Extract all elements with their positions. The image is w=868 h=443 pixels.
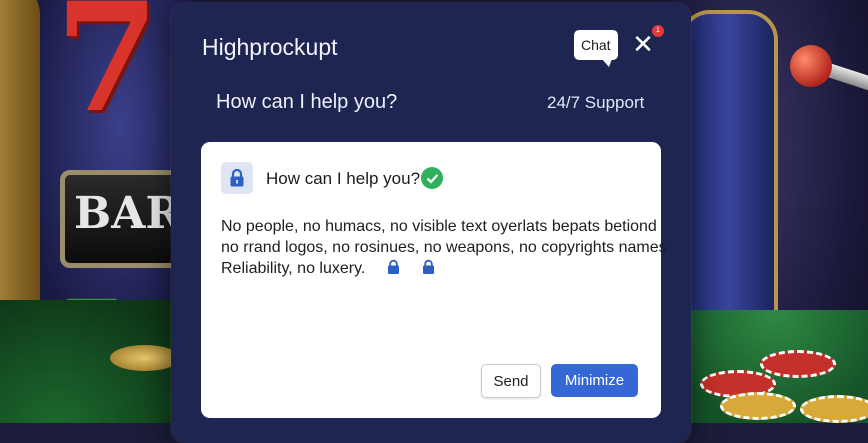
message-card: How can I help you? No people, no humacs… [201, 142, 667, 418]
lock-icon [422, 259, 435, 281]
body-line: No people, no humacs, no visible text oy… [221, 218, 657, 235]
reel-right [680, 10, 778, 348]
modal-subtitle: How can I help you? [216, 91, 398, 113]
gold-coin [110, 345, 180, 371]
send-button[interactable]: Send [481, 364, 541, 398]
poker-chip [760, 350, 836, 378]
support-hours-label: 24/7 Support [547, 93, 645, 112]
close-icon[interactable]: ✕ [630, 31, 656, 57]
body-line-last: Reliability, no luxery. [221, 258, 651, 281]
poker-chip [720, 392, 796, 420]
card-body-text: No people, no humacs, no visible text oy… [221, 216, 667, 281]
modal-title: Highprockupt [202, 34, 338, 60]
minimize-button[interactable]: Minimize [551, 364, 638, 397]
reel-symbol-seven: 7 [55, 0, 160, 146]
body-line-text: Reliability, no luxery. [221, 260, 366, 277]
check-icon [421, 167, 443, 189]
card-heading: How can I help you? [266, 169, 421, 188]
reel-bar-symbol: BAR [74, 188, 182, 239]
notification-badge: 1 [652, 25, 664, 37]
body-line: no rrand logos, no rosinues, no weapons,… [221, 239, 667, 256]
chat-button-label: Chat [581, 37, 611, 53]
chat-button[interactable]: Chat [574, 30, 618, 67]
lever-knob [790, 45, 832, 87]
lock-icon [221, 162, 253, 194]
lock-icon [387, 259, 400, 281]
poker-chip [800, 395, 868, 423]
